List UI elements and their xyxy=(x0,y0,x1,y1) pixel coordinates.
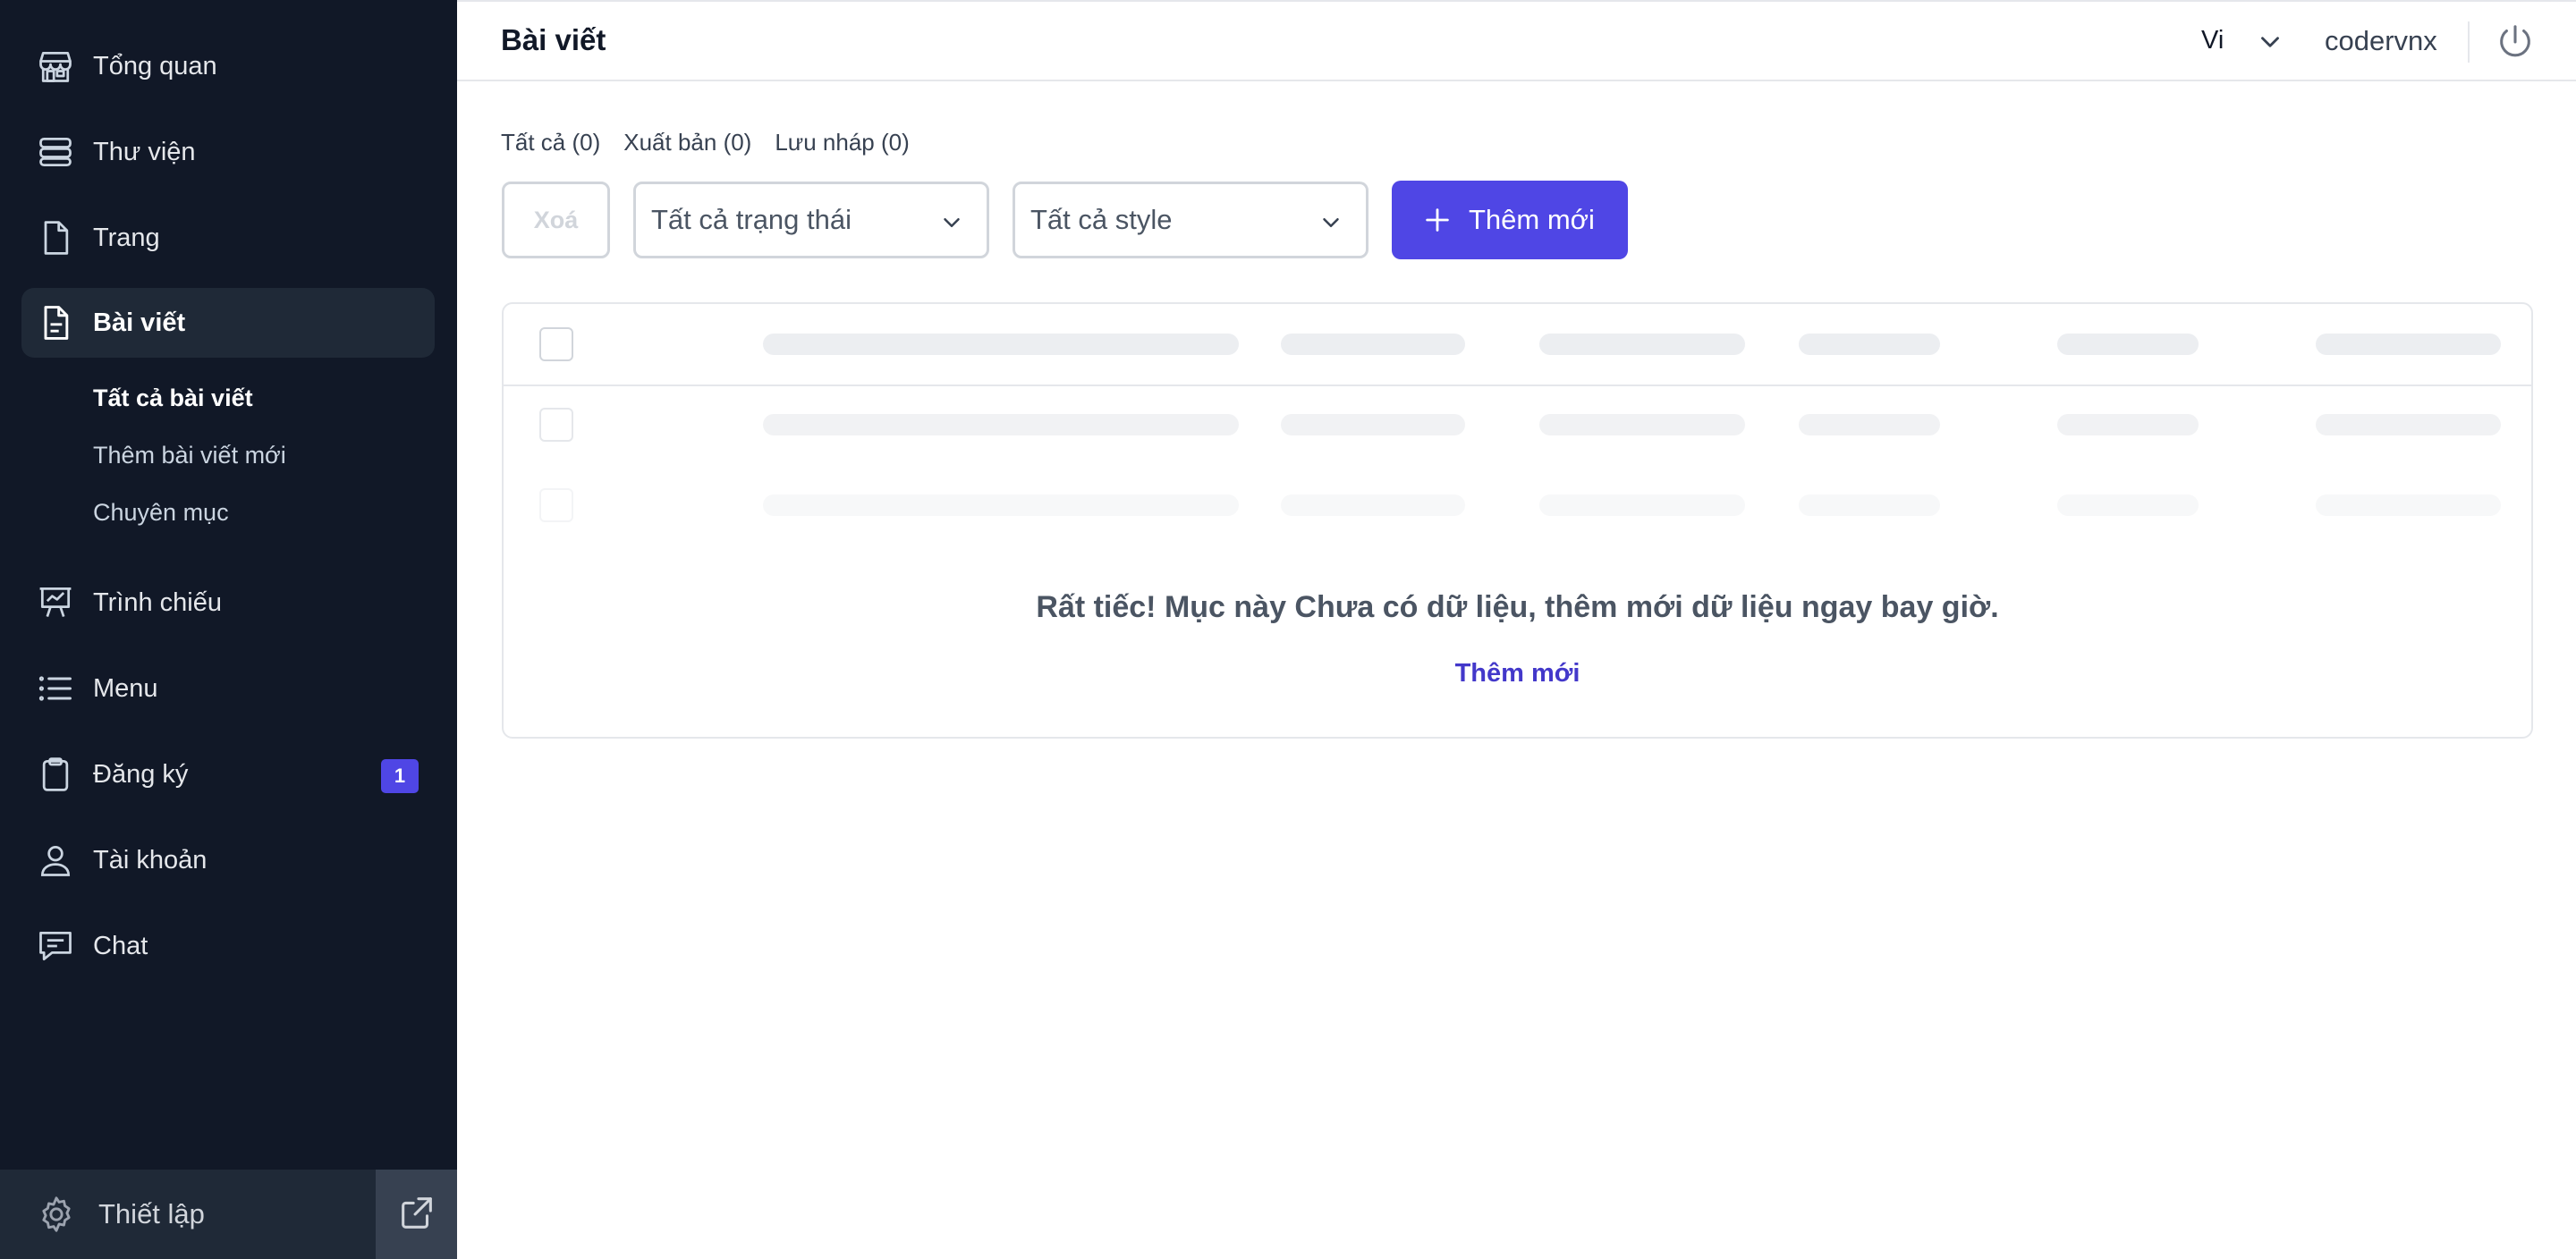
user-icon xyxy=(36,841,75,880)
sidebar-item-overview[interactable]: Tổng quan xyxy=(21,31,435,101)
list-icon xyxy=(36,669,75,708)
chevron-down-icon xyxy=(938,209,965,241)
sidebar-subitem-add-post[interactable]: Thêm bài viết mới xyxy=(93,442,286,469)
skeleton-bar xyxy=(2057,334,2199,355)
sidebar-item-slideshow[interactable]: Trình chiếu xyxy=(21,568,435,638)
notification-badge: 1 xyxy=(381,759,419,793)
select-all-checkbox[interactable] xyxy=(539,327,573,361)
language-selector[interactable]: Vi xyxy=(2201,26,2224,55)
skeleton-bar xyxy=(2316,494,2501,516)
style-filter-value: Tất cả style xyxy=(1030,204,1173,235)
presentation-chart-icon xyxy=(36,583,75,622)
sidebar-item-posts[interactable]: Bài viết xyxy=(21,288,435,358)
skeleton-bar xyxy=(1281,334,1465,355)
skeleton-bar xyxy=(1539,414,1745,435)
tab-drafts[interactable]: Lưu nháp (0) xyxy=(775,129,909,156)
skeleton-bar xyxy=(2316,334,2501,355)
table-row xyxy=(504,384,2531,465)
empty-state-message: Rất tiếc! Mục này Chưa có dữ liệu, thêm … xyxy=(1036,590,1999,624)
tab-published[interactable]: Xuất bản (0) xyxy=(623,129,751,156)
skeleton-bar xyxy=(763,334,1239,355)
skeleton-bar xyxy=(1281,494,1465,516)
skeleton-bar xyxy=(1539,494,1745,516)
sidebar-item-label: Trình chiếu xyxy=(93,587,222,617)
chat-icon xyxy=(36,926,75,966)
add-new-button[interactable]: Thêm mới xyxy=(1392,181,1628,259)
sidebar-item-label: Chat xyxy=(93,931,148,960)
settings-button[interactable]: Thiết lập xyxy=(0,1170,374,1259)
sidebar-item-label: Thư viện xyxy=(93,137,196,166)
sidebar-item-label: Tài khoản xyxy=(93,845,208,875)
sidebar-footer: Thiết lập xyxy=(0,1170,457,1259)
status-filter-select[interactable]: Tất cả trạng thái xyxy=(633,182,989,258)
sidebar-item-label: Tổng quan xyxy=(93,51,217,80)
username[interactable]: codervnx xyxy=(2325,25,2437,57)
skeleton-bar xyxy=(2057,414,2199,435)
skeleton-bar xyxy=(1281,414,1465,435)
store-icon xyxy=(36,46,75,86)
sidebar-item-chat[interactable]: Chat xyxy=(21,911,435,981)
external-link-icon xyxy=(396,1192,437,1238)
sidebar-item-library[interactable]: Thư viện xyxy=(21,117,435,187)
empty-state-add-link[interactable]: Thêm mới xyxy=(504,659,2531,689)
delete-button[interactable]: Xoá xyxy=(502,182,610,258)
row-checkbox[interactable] xyxy=(539,408,573,442)
sidebar: Tổng quan Thư viện Trang Bài viết Tất cả… xyxy=(0,0,457,1259)
sidebar-item-label: Bài viết xyxy=(93,308,186,337)
skeleton-bar xyxy=(763,494,1239,516)
settings-label: Thiết lập xyxy=(98,1198,205,1229)
sidebar-subitem-categories[interactable]: Chuyên mục xyxy=(93,499,229,527)
skeleton-bar xyxy=(2057,494,2199,516)
status-filter-value: Tất cả trạng thái xyxy=(651,204,852,235)
status-tabs: Tất cả (0) Xuất bản (0) Lưu nháp (0) xyxy=(501,129,910,156)
power-icon[interactable] xyxy=(2495,21,2536,67)
chevron-down-icon xyxy=(1318,209,1344,241)
sidebar-item-label: Trang xyxy=(93,223,160,252)
divider xyxy=(2468,21,2470,63)
chevron-down-icon[interactable] xyxy=(2255,27,2285,62)
plus-icon xyxy=(1422,205,1453,235)
table-row xyxy=(504,465,2531,545)
gear-icon xyxy=(36,1194,77,1235)
tab-all[interactable]: Tất cả (0) xyxy=(501,129,600,156)
sidebar-item-account[interactable]: Tài khoản xyxy=(21,825,435,895)
sidebar-item-menu[interactable]: Menu xyxy=(21,654,435,723)
skeleton-bar xyxy=(763,414,1239,435)
sidebar-item-pages[interactable]: Trang xyxy=(21,203,435,273)
skeleton-bar xyxy=(1799,334,1940,355)
skeleton-bar xyxy=(1539,334,1745,355)
page-title: Bài viết xyxy=(501,23,606,56)
posts-table: Rất tiếc! Mục này Chưa có dữ liệu, thêm … xyxy=(502,302,2533,739)
database-icon xyxy=(36,132,75,172)
add-new-label: Thêm mới xyxy=(1469,204,1595,235)
page-icon xyxy=(36,218,75,258)
sidebar-subitem-all-posts[interactable]: Tất cả bài viết xyxy=(93,384,253,412)
skeleton-bar xyxy=(1799,414,1940,435)
row-checkbox[interactable] xyxy=(539,488,573,522)
skeleton-bar xyxy=(2316,414,2501,435)
clipboard-icon xyxy=(36,755,75,794)
open-site-button[interactable] xyxy=(376,1170,457,1259)
skeleton-bar xyxy=(1799,494,1940,516)
style-filter-select[interactable]: Tất cả style xyxy=(1013,182,1368,258)
sidebar-item-label: Đăng ký xyxy=(93,759,189,789)
sidebar-item-registrations[interactable]: Đăng ký 1 xyxy=(21,739,435,809)
sidebar-item-label: Menu xyxy=(93,673,158,703)
table-header-row xyxy=(504,304,2531,386)
document-text-icon xyxy=(36,303,75,342)
top-bar: Bài viết Vi codervnx xyxy=(457,0,2576,81)
